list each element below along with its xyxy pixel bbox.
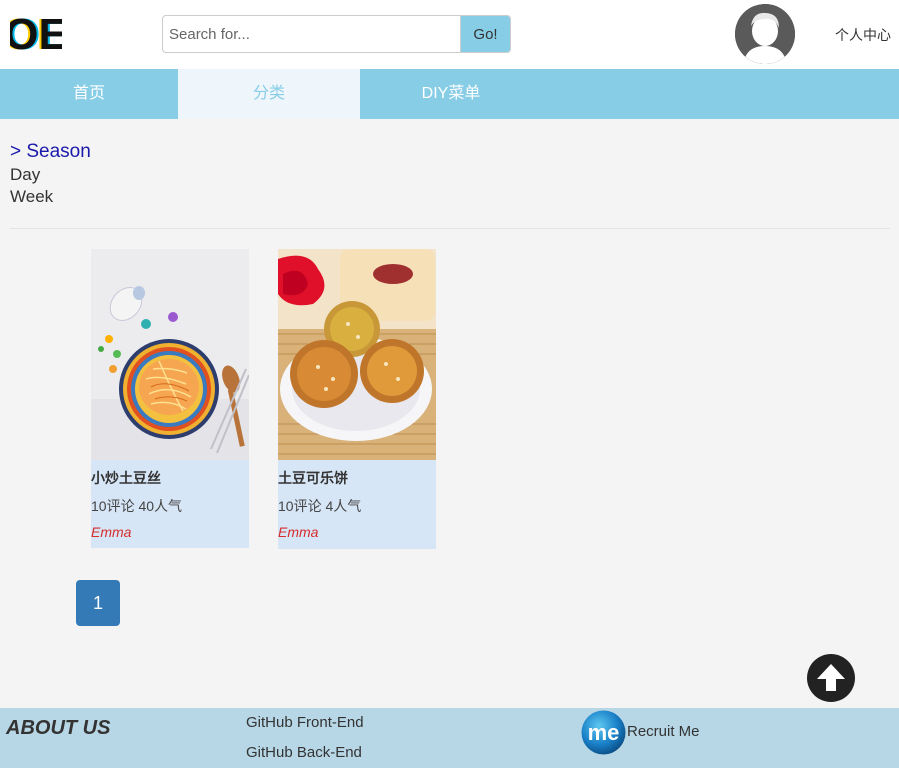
me-logo-icon[interactable]: me (581, 710, 626, 755)
recipe-image-potato-croquettes[interactable] (278, 249, 436, 460)
github-frontend-link[interactable]: GitHub Front-End (246, 714, 364, 731)
nav-item-diy-menu[interactable]: DIY菜单 (360, 69, 542, 119)
recipe-author[interactable]: Emma (91, 520, 249, 549)
user-center-link[interactable]: 个人中心 (835, 25, 891, 45)
recipe-title[interactable]: 土豆可乐饼 (278, 460, 436, 490)
filter-season[interactable]: > Season (10, 140, 91, 164)
recipe-stats: 10评论 4人气 (278, 498, 362, 514)
filter-item-day[interactable]: Day (10, 164, 91, 186)
recipe-image-shredded-potato[interactable] (91, 249, 249, 460)
filter-list: > Season Day Week (10, 140, 91, 208)
divider (10, 228, 890, 229)
recruit-me-link[interactable]: Recruit Me (627, 723, 700, 740)
recipe-author[interactable]: Emma (278, 520, 436, 549)
recipe-stats: 10评论 40人气 (91, 498, 183, 514)
back-to-top-button[interactable] (807, 654, 855, 702)
github-backend-link[interactable]: GitHub Back-End (246, 744, 362, 761)
recipe-card[interactable]: 小炒土豆丝 10评论 40人气 Emma (91, 249, 249, 548)
pagination-page-1[interactable]: 1 (76, 580, 120, 626)
about-us-heading: ABOUT US (6, 717, 111, 739)
header: OE OE OE Go! 个人中心 (0, 0, 899, 69)
recipe-title[interactable]: 小炒土豆丝 (91, 460, 249, 490)
nav-item-category[interactable]: 分类 (178, 69, 360, 119)
main-nav: 首页 分类 DIY菜单 (0, 69, 899, 119)
search-bar: Go! (162, 15, 511, 53)
recipe-card[interactable]: 土豆可乐饼 10评论 4人气 Emma (278, 249, 436, 549)
nav-item-home[interactable]: 首页 (0, 69, 178, 119)
search-input[interactable] (163, 16, 460, 52)
svg-text:OE: OE (10, 12, 62, 56)
oe-logo-icon[interactable]: OE OE OE (10, 12, 62, 56)
go-button[interactable]: Go! (460, 16, 510, 52)
user-avatar-icon[interactable] (735, 4, 795, 64)
svg-text:me: me (588, 720, 620, 745)
arrow-up-icon (817, 664, 845, 691)
footer: ABOUT US GitHub Front-End GitHub Back-En… (0, 708, 899, 768)
filter-item-week[interactable]: Week (10, 186, 91, 208)
